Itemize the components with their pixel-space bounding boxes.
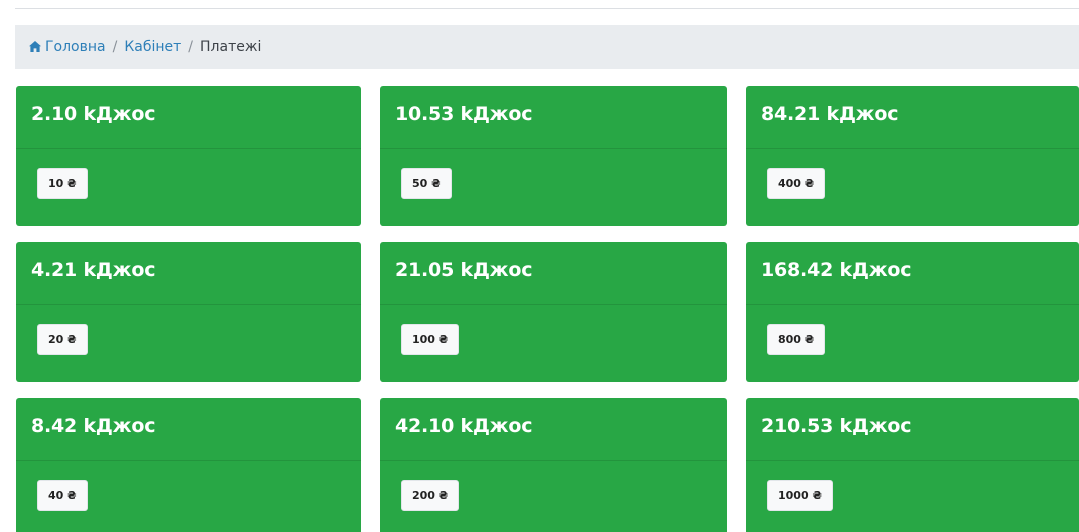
card-body: 50 ₴ bbox=[380, 149, 727, 199]
payment-card[interactable]: 2.10 kДжос 10 ₴ bbox=[16, 86, 361, 226]
payment-card[interactable]: 8.42 kДжос 40 ₴ bbox=[16, 398, 361, 532]
card-body: 1000 ₴ bbox=[746, 461, 1079, 511]
breadcrumb-current: Платежі bbox=[200, 39, 262, 55]
breadcrumb: Головна / Кабінет / Платежі bbox=[15, 25, 1079, 69]
card-body: 200 ₴ bbox=[380, 461, 727, 511]
home-icon bbox=[29, 41, 41, 52]
card-header: 2.10 kДжос bbox=[16, 86, 361, 149]
card-body: 800 ₴ bbox=[746, 305, 1079, 355]
price-button[interactable]: 200 ₴ bbox=[401, 480, 460, 511]
breadcrumb-home-link[interactable]: Головна bbox=[29, 39, 106, 55]
card-header: 10.53 kДжос bbox=[380, 86, 727, 149]
price-button[interactable]: 40 ₴ bbox=[37, 480, 88, 511]
breadcrumb-separator: / bbox=[188, 39, 194, 55]
price-button[interactable]: 20 ₴ bbox=[37, 324, 88, 355]
price-button[interactable]: 1000 ₴ bbox=[767, 480, 833, 511]
card-body: 400 ₴ bbox=[746, 149, 1079, 199]
card-header: 21.05 kДжос bbox=[380, 242, 727, 305]
top-divider bbox=[15, 8, 1079, 9]
card-amount: 2.10 kДжос bbox=[31, 103, 156, 125]
card-amount: 168.42 kДжос bbox=[761, 259, 912, 281]
card-body: 20 ₴ bbox=[16, 305, 361, 355]
payment-card[interactable]: 42.10 kДжос 200 ₴ bbox=[380, 398, 727, 532]
price-button[interactable]: 100 ₴ bbox=[401, 324, 460, 355]
card-amount: 21.05 kДжос bbox=[395, 259, 533, 281]
card-header: 8.42 kДжос bbox=[16, 398, 361, 461]
payment-card[interactable]: 210.53 kДжос 1000 ₴ bbox=[746, 398, 1079, 532]
payments-page: Головна / Кабінет / Платежі 2.10 kДжос 1… bbox=[0, 0, 1079, 532]
price-button[interactable]: 400 ₴ bbox=[767, 168, 826, 199]
payment-card[interactable]: 4.21 kДжос 20 ₴ bbox=[16, 242, 361, 382]
card-header: 168.42 kДжос bbox=[746, 242, 1079, 305]
card-amount: 42.10 kДжос bbox=[395, 415, 533, 437]
card-header: 42.10 kДжос bbox=[380, 398, 727, 461]
card-body: 10 ₴ bbox=[16, 149, 361, 199]
breadcrumb-cabinet-link[interactable]: Кабінет bbox=[124, 39, 181, 55]
card-header: 84.21 kДжос bbox=[746, 86, 1079, 149]
price-button[interactable]: 50 ₴ bbox=[401, 168, 452, 199]
payment-options-grid: 2.10 kДжос 10 ₴ 10.53 kДжос 50 ₴ 84.21 k… bbox=[16, 86, 1079, 532]
price-button[interactable]: 10 ₴ bbox=[37, 168, 88, 199]
card-amount: 84.21 kДжос bbox=[761, 103, 899, 125]
breadcrumb-separator: / bbox=[112, 39, 118, 55]
price-button[interactable]: 800 ₴ bbox=[767, 324, 826, 355]
payment-card[interactable]: 168.42 kДжос 800 ₴ bbox=[746, 242, 1079, 382]
card-header: 4.21 kДжос bbox=[16, 242, 361, 305]
card-amount: 8.42 kДжос bbox=[31, 415, 156, 437]
card-body: 100 ₴ bbox=[380, 305, 727, 355]
payment-card[interactable]: 84.21 kДжос 400 ₴ bbox=[746, 86, 1079, 226]
card-body: 40 ₴ bbox=[16, 461, 361, 511]
card-header: 210.53 kДжос bbox=[746, 398, 1079, 461]
breadcrumb-home-label: Головна bbox=[45, 39, 106, 55]
payment-card[interactable]: 10.53 kДжос 50 ₴ bbox=[380, 86, 727, 226]
payment-card[interactable]: 21.05 kДжос 100 ₴ bbox=[380, 242, 727, 382]
card-amount: 10.53 kДжос bbox=[395, 103, 533, 125]
card-amount: 210.53 kДжос bbox=[761, 415, 912, 437]
card-amount: 4.21 kДжос bbox=[31, 259, 156, 281]
